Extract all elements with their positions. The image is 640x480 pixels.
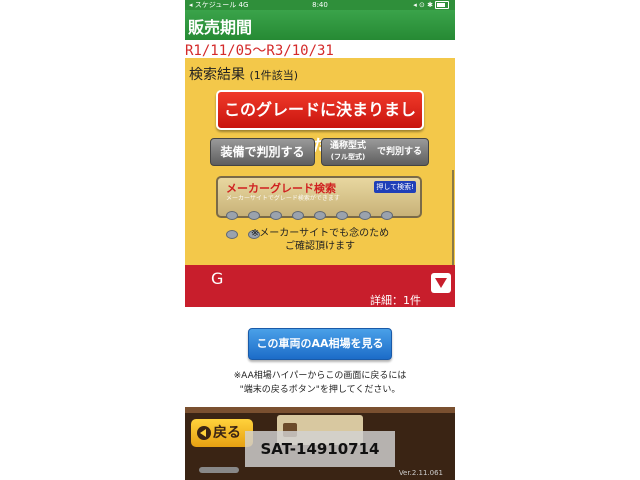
maker-logo-icon bbox=[292, 211, 305, 220]
grade-name: G bbox=[211, 269, 224, 288]
grade-detail-count: 詳細：1件 bbox=[370, 294, 421, 307]
maker-logo-icon bbox=[248, 211, 261, 220]
maker-site-note: ※メーカーサイトでも念のため ご確認頂けます bbox=[185, 227, 455, 253]
maker-logo-icon bbox=[380, 211, 393, 220]
back-button[interactable]: 戻る bbox=[191, 419, 253, 447]
note1-line1: ※メーカーサイトでも念のため bbox=[250, 228, 390, 239]
return-instruction-note: ※AA相場ハイパーからこの画面に戻るには "端末の戻るボタン"を押してください。 bbox=[185, 369, 455, 397]
maker-logo-icon bbox=[226, 211, 238, 220]
search-results-label: 検索結果 (1件該当) bbox=[189, 64, 298, 84]
maker-grade-search-banner[interactable]: メーカーグレード検索 押して検索! メーカーサイトでグレード検索ができます bbox=[216, 176, 422, 239]
aa-panel: この車両のAA相場を見る ※AA相場ハイパーからこの画面に戻るには "端末の戻る… bbox=[185, 307, 455, 407]
status-right-icons: ◂ ⊙ ✱ bbox=[413, 0, 449, 10]
push-to-search-badge: 押して検索! bbox=[374, 181, 416, 193]
stock-number-watermark: SAT-14910714 bbox=[245, 431, 395, 467]
maker-logo-icon bbox=[314, 211, 327, 220]
note2-line1: ※AA相場ハイパーからこの画面に戻るには bbox=[233, 371, 407, 381]
footer-stripe bbox=[185, 407, 455, 413]
maker-search-subtitle: メーカーサイトでグレード検索ができます bbox=[226, 195, 340, 202]
maker-logo-icon bbox=[270, 211, 283, 220]
type-right-label: で判別する bbox=[376, 147, 422, 157]
judge-by-model-type-button[interactable]: 通称型式 (フル型式) で判別する bbox=[321, 138, 429, 166]
results-count: (1件該当) bbox=[249, 69, 299, 82]
judge-by-equipment-button[interactable]: 装備で判別する bbox=[210, 138, 315, 166]
type-button-left: 通称型式 (フル型式) bbox=[330, 141, 366, 163]
home-indicator bbox=[199, 467, 239, 473]
status-bar: ◂ スケジュール 4G 8:40 ◂ ⊙ ✱ bbox=[185, 0, 455, 10]
page-title: 販売期間 bbox=[188, 18, 253, 37]
note2-line2: "端末の戻るボタン"を押してください。 bbox=[239, 385, 401, 395]
app-screen: ◂ スケジュール 4G 8:40 ◂ ⊙ ✱ 販売期間 R1/11/05〜R3/… bbox=[185, 0, 455, 480]
status-icons: ◂ ⊙ ✱ bbox=[413, 1, 433, 9]
aa-market-price-button[interactable]: この車両のAA相場を見る bbox=[248, 328, 392, 360]
note1-line2: ご確認頂けます bbox=[285, 241, 355, 252]
battery-icon bbox=[435, 1, 449, 9]
maker-logos bbox=[226, 205, 416, 239]
type-main-label: 通称型式 bbox=[330, 141, 367, 151]
grade-row[interactable]: G 詳細：1件 bbox=[185, 265, 455, 307]
type-sub-label: (フル型式) bbox=[330, 153, 366, 161]
expand-down-icon[interactable] bbox=[431, 273, 451, 293]
date-band: R1/11/05〜R3/10/31 bbox=[185, 40, 455, 59]
header-bar: 販売期間 bbox=[185, 10, 455, 40]
back-arrow-icon bbox=[197, 426, 211, 440]
footer-bar: 戻る SAT-14910714 Ver.2.11.061 bbox=[185, 407, 455, 480]
decide-grade-button[interactable]: このグレードに決まりました bbox=[216, 90, 424, 155]
maker-logo-icon bbox=[358, 211, 371, 220]
back-label: 戻る bbox=[213, 425, 241, 441]
maker-logo-icon bbox=[336, 211, 349, 220]
results-title: 検索結果 bbox=[189, 67, 245, 83]
sales-period-range: R1/11/05〜R3/10/31 bbox=[185, 43, 334, 59]
app-version: Ver.2.11.061 bbox=[398, 469, 443, 477]
